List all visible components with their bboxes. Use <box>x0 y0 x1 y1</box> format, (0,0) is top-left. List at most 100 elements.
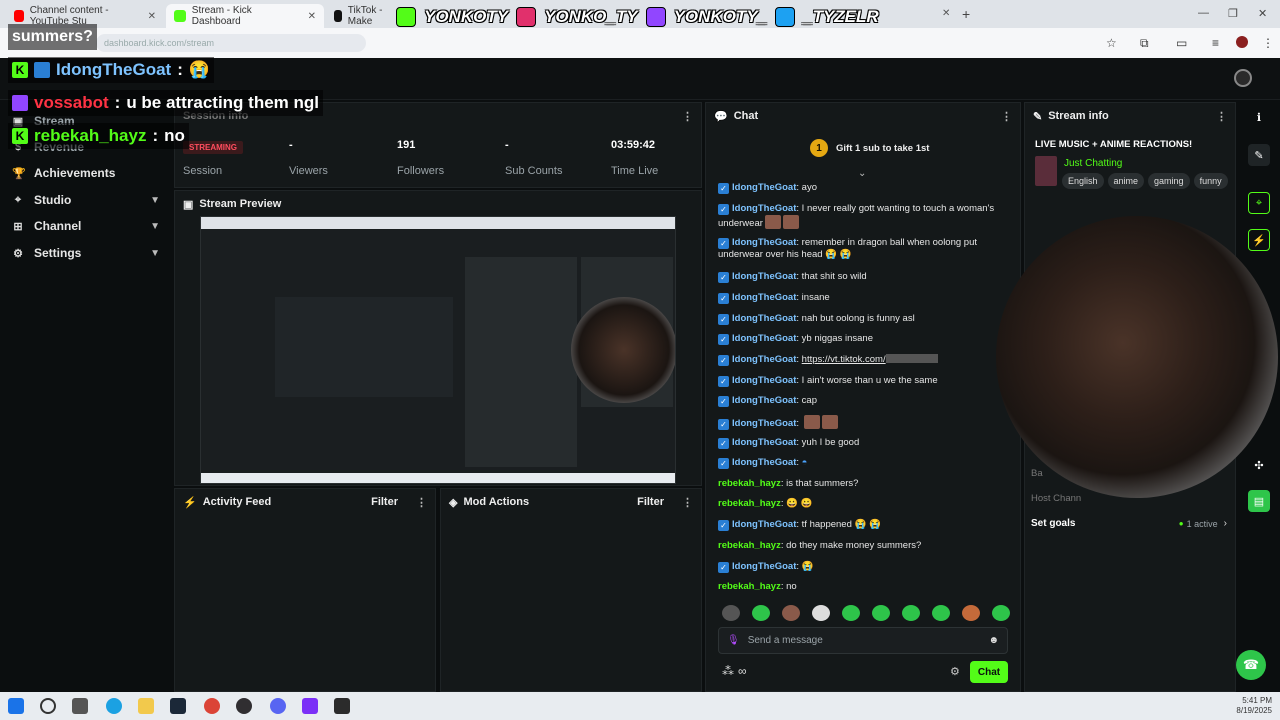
tag[interactable]: funny <box>1193 173 1228 189</box>
chat-username[interactable]: IdongTheGoat <box>732 561 796 572</box>
more-menu-icon[interactable]: ⋮ <box>682 496 693 509</box>
chat-username[interactable]: IdongTheGoat <box>732 457 796 468</box>
chat-username[interactable]: IdongTheGoat <box>732 418 796 429</box>
extensions-icon[interactable]: ⧉ <box>1140 36 1149 51</box>
more-menu-icon[interactable]: ⋮ <box>1001 110 1012 123</box>
category-link[interactable]: Just Chatting <box>1064 158 1122 169</box>
obs-icon[interactable] <box>236 698 252 714</box>
chat-username[interactable]: IdongTheGoat <box>732 519 796 530</box>
chat-username[interactable]: IdongTheGoat <box>732 437 796 448</box>
chat-username[interactable]: IdongTheGoat <box>732 237 796 248</box>
new-tab-icon[interactable]: + <box>962 6 970 22</box>
overlay-text: summers? <box>12 28 93 45</box>
search-icon[interactable] <box>40 698 56 714</box>
overlay-username: vossabot <box>34 93 109 112</box>
chat-username[interactable]: rebekah_hayz <box>718 581 781 592</box>
tag[interactable]: gaming <box>1148 173 1190 189</box>
tag[interactable]: English <box>1062 173 1104 189</box>
chat-username[interactable]: IdongTheGoat <box>732 203 796 214</box>
chat-points[interactable]: ⁂ ∞ <box>722 664 747 678</box>
more-menu-icon[interactable]: ⋮ <box>682 110 693 123</box>
sidebar-item-settings[interactable]: ⚙ Settings ▼ <box>12 246 160 260</box>
sidebar-item-achievements[interactable]: 🏆 Achievements <box>12 166 160 180</box>
chat-username[interactable]: IdongTheGoat <box>732 333 796 344</box>
help-chat-icon[interactable]: ☎ <box>1236 650 1266 680</box>
more-menu-icon[interactable]: ⋮ <box>416 496 427 509</box>
chat-username[interactable]: rebekah_hayz <box>718 478 781 489</box>
app-icon[interactable] <box>302 698 318 714</box>
social-handle: YONKOTY <box>424 7 509 26</box>
chat-username[interactable]: IdongTheGoat <box>732 395 796 406</box>
set-goals-row[interactable]: Set goals ● 1 active › <box>1031 518 1227 529</box>
bookmark-star-icon[interactable]: ☆ <box>1106 36 1117 50</box>
browser-tab-tiktok[interactable]: TikTok - Make <box>326 4 396 28</box>
emote-icon[interactable] <box>962 605 980 621</box>
url-field[interactable]: dashboard.kick.com/stream <box>96 34 366 52</box>
panel-title: Stream info <box>1048 110 1109 122</box>
media-icon[interactable]: ≡ <box>1212 36 1219 50</box>
info-icon[interactable]: ℹ <box>1248 106 1270 128</box>
close-icon[interactable]: ✕ <box>148 11 156 22</box>
discord-icon[interactable] <box>270 698 286 714</box>
maximize-icon[interactable]: ❐ <box>1228 7 1238 20</box>
overlay-chat-line: summers? <box>8 24 97 50</box>
emote-icon[interactable] <box>992 605 1010 621</box>
emote-icon[interactable] <box>812 605 830 621</box>
badge-icon: ✓ <box>718 334 729 345</box>
emote-icon[interactable] <box>722 605 740 621</box>
chat-username[interactable]: rebekah_hayz <box>718 498 781 509</box>
filter-button[interactable]: Filter <box>637 496 664 508</box>
socials-overlay: YONKOTY YONKO_TY YONKOTY_ _TYZELR <box>396 0 879 34</box>
chat-username[interactable]: IdongTheGoat <box>732 182 796 193</box>
filter-button[interactable]: Filter <box>371 496 398 508</box>
stream-preview-video[interactable] <box>200 216 676 484</box>
close-icon[interactable]: ✕ <box>308 11 316 22</box>
steam-icon[interactable] <box>170 698 186 714</box>
chat-username[interactable]: rebekah_hayz <box>718 540 781 551</box>
chat-username[interactable]: IdongTheGoat <box>732 375 796 386</box>
emote-icon[interactable] <box>782 605 800 621</box>
lightning-icon[interactable]: ⚡ <box>1248 229 1270 251</box>
edge-icon[interactable] <box>106 698 122 714</box>
close-icon[interactable]: ✕ <box>942 8 950 19</box>
browser-tab-kick[interactable]: Stream - Kick Dashboard ✕ <box>166 4 324 28</box>
gear-icon[interactable]: ⚙ <box>950 665 960 678</box>
emote-icon[interactable] <box>932 605 950 621</box>
minimize-icon[interactable]: — <box>1198 7 1209 19</box>
emote-icon[interactable] <box>752 605 770 621</box>
microphone-icon[interactable]: 🎙 <box>727 635 740 646</box>
emoji-icon[interactable]: ☻ <box>988 635 999 646</box>
file-explorer-icon[interactable] <box>138 698 154 714</box>
capcut-icon[interactable] <box>334 698 350 714</box>
pin-icon[interactable]: ⌄ <box>858 168 866 179</box>
sidebar-icon[interactable]: ▭ <box>1176 36 1187 50</box>
puzzle-icon[interactable]: ✣ <box>1248 454 1270 476</box>
gift-sub-banner[interactable]: 1 Gift 1 sub to take 1st <box>810 139 929 157</box>
windows-start-icon[interactable] <box>8 698 24 714</box>
target-icon[interactable]: ⌖ <box>1248 192 1270 214</box>
send-chat-button[interactable]: Chat <box>970 661 1008 683</box>
chat-username[interactable]: IdongTheGoat <box>732 271 796 282</box>
more-menu-icon[interactable]: ⋮ <box>1216 110 1227 123</box>
chat-link[interactable]: https://vt.tiktok.com/ <box>802 354 886 365</box>
chat-username[interactable]: IdongTheGoat <box>732 354 796 365</box>
emote-icon[interactable] <box>902 605 920 621</box>
chat-username[interactable]: IdongTheGoat <box>732 313 796 324</box>
system-clock[interactable]: 5:41 PM 8/19/2025 <box>1236 696 1272 716</box>
window-close-icon[interactable]: ✕ <box>1258 7 1267 20</box>
sidebar-item-studio[interactable]: ⌖ Studio ▼ <box>12 193 160 207</box>
user-avatar[interactable] <box>1234 69 1252 87</box>
chat-username[interactable]: IdongTheGoat <box>732 292 796 303</box>
emote-icon[interactable] <box>872 605 890 621</box>
emote-icon[interactable] <box>842 605 860 621</box>
pencil-icon[interactable]: ✎ <box>1248 144 1270 166</box>
chat-message-input[interactable]: 🎙 Send a message ☻ <box>718 627 1008 654</box>
tag[interactable]: anime <box>1107 173 1145 189</box>
profile-avatar-icon[interactable] <box>1236 36 1248 48</box>
sidebar-item-channel[interactable]: ⊞ Channel ▼ <box>12 219 160 233</box>
clapper-icon[interactable]: ▤ <box>1248 490 1270 512</box>
task-view-icon[interactable] <box>72 698 88 714</box>
more-menu-icon[interactable]: ⋮ <box>1262 36 1274 50</box>
chrome-icon[interactable] <box>204 698 220 714</box>
badge-icon: ✓ <box>718 376 729 387</box>
